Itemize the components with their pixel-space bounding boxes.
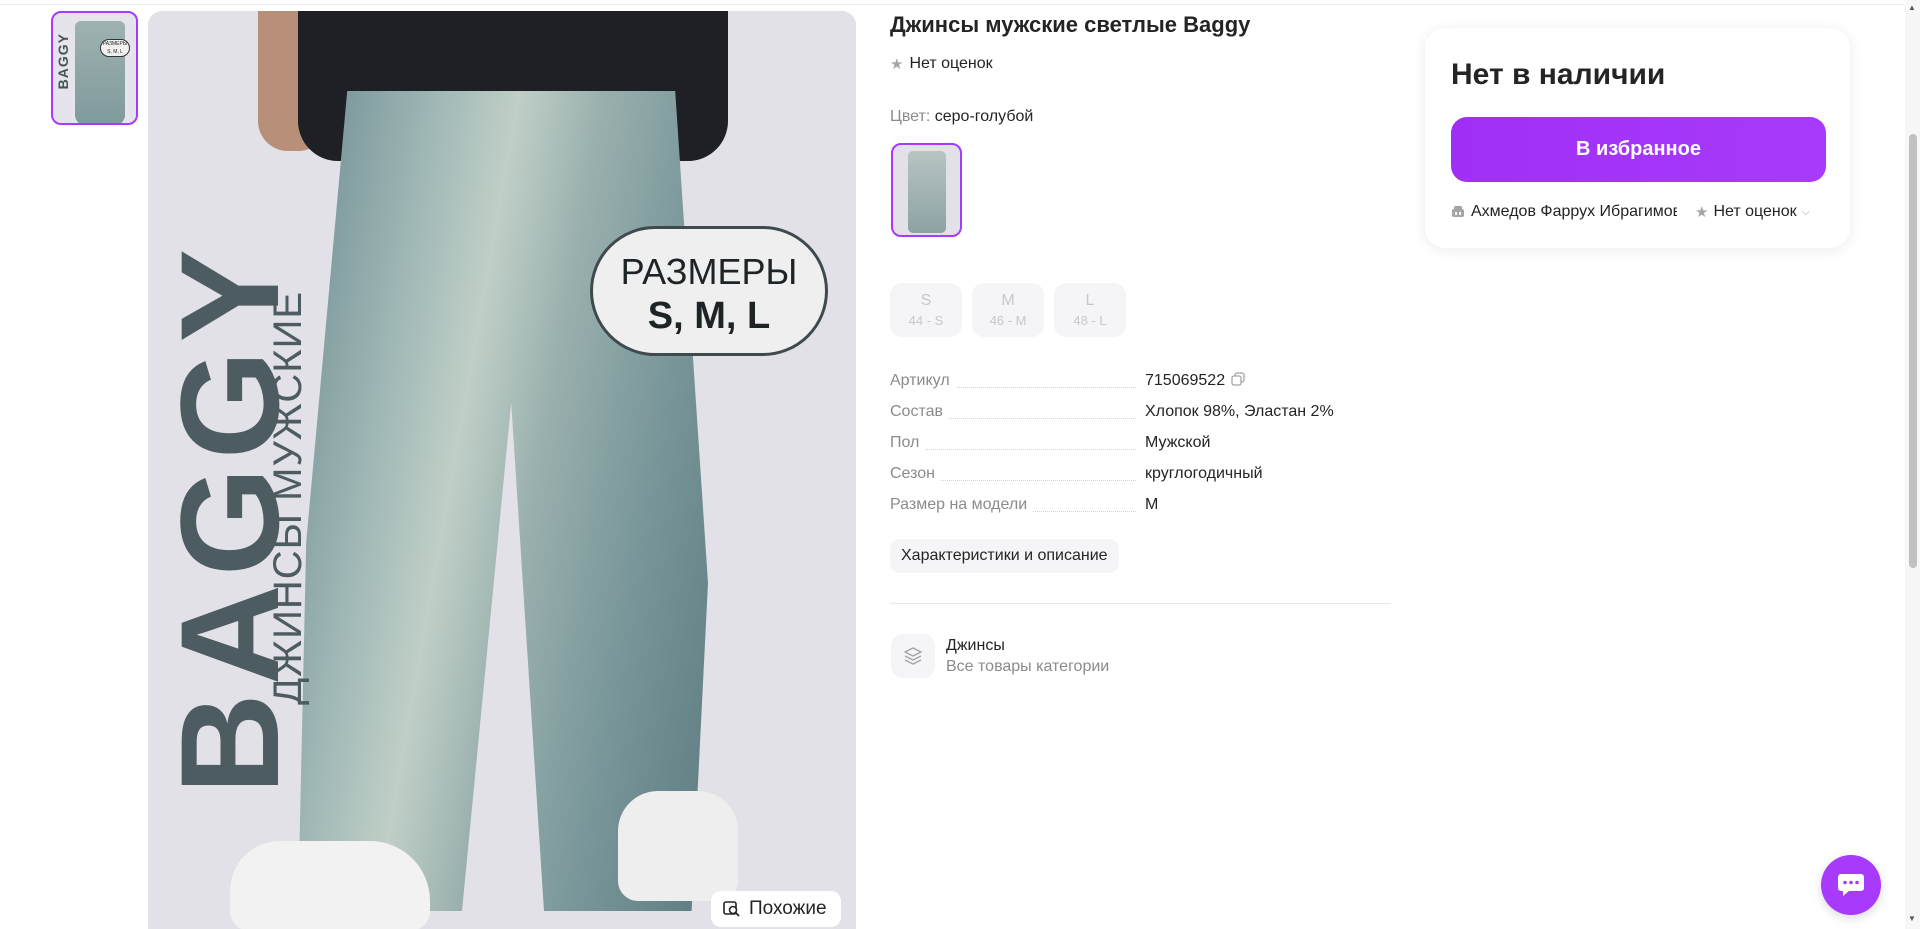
image-subtitle-text: ДЖИНСЫ МУЖСКИЕ [266, 291, 310, 705]
spec-key: Состав [890, 403, 949, 421]
specs-table: Артикул 715069522 Состав Хлопок 98%, Эла… [890, 372, 1370, 527]
similar-label: Похожие [749, 898, 827, 919]
spec-key: Артикул [890, 372, 956, 390]
spec-value: Мужской [1145, 434, 1211, 451]
similar-button[interactable]: Похожие [711, 891, 841, 927]
seller-rating-text: Нет оценок [1713, 203, 1797, 220]
layers-icon [904, 647, 922, 665]
product-title: Джинсы мужские светлые Baggy [890, 12, 1251, 37]
spec-key: Размер на модели [890, 496, 1034, 514]
color-swatch-selected[interactable] [891, 143, 962, 237]
thumbnail-size-pill: РАЗМЕРЫ S, M, L [100, 39, 130, 57]
seller-name[interactable]: Ахмедов Фаррух Ибрагимович [1471, 203, 1677, 221]
shop-icon [1452, 206, 1464, 217]
spec-value: 715069522 [1145, 372, 1245, 390]
size-pill-line2: S, M, L [647, 295, 771, 337]
scroll-down-arrow-icon[interactable]: ▼ [1908, 914, 1916, 923]
category-all-link[interactable]: Все товары категории [946, 658, 1109, 676]
thumbnail-brand-text: BAGGY [55, 33, 71, 90]
color-swatch-image [908, 151, 946, 233]
size-option-l[interactable]: L 48 - L [1054, 283, 1126, 337]
top-divider [0, 0, 1905, 5]
scroll-up-arrow-icon[interactable]: ▲ [1908, 3, 1916, 12]
spec-value: круглогодичный [1145, 465, 1263, 482]
spec-row: Состав Хлопок 98%, Эластан 2% [890, 403, 1370, 434]
specs-description-button[interactable]: Характеристики и описание [890, 539, 1119, 573]
chat-icon [1838, 874, 1864, 896]
star-icon: ★ [1695, 204, 1709, 221]
color-label: Цвет: [890, 108, 931, 125]
scrollbar-thumb[interactable] [1909, 134, 1917, 568]
copy-icon[interactable] [1231, 372, 1245, 386]
size-ru-label: 44 - S [908, 313, 944, 328]
chevron-down-icon: ⌵ [1801, 205, 1811, 218]
seller-info[interactable]: Ахмедов Фаррух Ибрагимович ★ Нет оценок … [1451, 203, 1826, 221]
spec-key: Сезон [890, 465, 941, 483]
seller-rating[interactable]: ★ Нет оценок ⌵ [1695, 203, 1810, 221]
thumbnail-jeans-image [75, 21, 125, 123]
category-name[interactable]: Джинсы [946, 637, 1005, 655]
image-size-pill: РАЗМЕРЫ S, M, L [590, 226, 828, 356]
spec-value: Хлопок 98%, Эластан 2% [1145, 403, 1334, 420]
spec-row: Размер на модели M [890, 496, 1370, 527]
section-divider [890, 603, 1391, 604]
jeans-photo [298, 91, 708, 911]
spec-key: Пол [890, 434, 926, 452]
spec-row: Сезон круглогодичный [890, 465, 1370, 496]
gallery-thumbnail[interactable]: BAGGY РАЗМЕРЫ S, M, L [51, 11, 138, 125]
size-pill-line1: РАЗМЕРЫ [620, 251, 798, 292]
size-ru-label: 46 - M [989, 313, 1027, 328]
size-label: M [1001, 292, 1015, 309]
spec-dots [890, 449, 1136, 450]
sneaker-right [618, 791, 738, 901]
spec-row: Артикул 715069522 [890, 372, 1370, 403]
chat-button[interactable] [1821, 855, 1881, 915]
spec-row: Пол Мужской [890, 434, 1370, 465]
rating-text: Нет оценок [909, 55, 993, 72]
purchase-card: Нет в наличии В избранное Ахмедов Фаррух… [1425, 28, 1850, 248]
size-selector: S 44 - S M 46 - M L 48 - L [890, 283, 1126, 337]
size-option-s[interactable]: S 44 - S [890, 283, 962, 337]
stock-status: Нет в наличии [1451, 58, 1666, 91]
star-icon: ★ [890, 56, 904, 73]
page-scrollbar[interactable]: ▲ ▼ [1905, 0, 1920, 929]
product-rating[interactable]: ★ Нет оценок [890, 55, 993, 73]
similar-search-icon [723, 901, 740, 917]
size-option-m[interactable]: M 46 - M [972, 283, 1044, 337]
size-ru-label: 48 - L [1073, 313, 1107, 328]
main-product-image[interactable]: BAGGY ДЖИНСЫ МУЖСКИЕ РАЗМЕРЫ S, M, L [148, 11, 856, 929]
category-icon[interactable] [891, 634, 935, 678]
color-line: Цвет: серо-голубой [890, 108, 1033, 126]
color-value: серо-голубой [934, 108, 1034, 125]
size-label: S [920, 292, 932, 309]
size-label: L [1085, 292, 1095, 309]
article-number: 715069522 [1145, 372, 1226, 389]
spec-value: M [1145, 496, 1159, 513]
add-to-favorites-button[interactable]: В избранное [1451, 117, 1826, 182]
sneaker-left [230, 841, 430, 929]
